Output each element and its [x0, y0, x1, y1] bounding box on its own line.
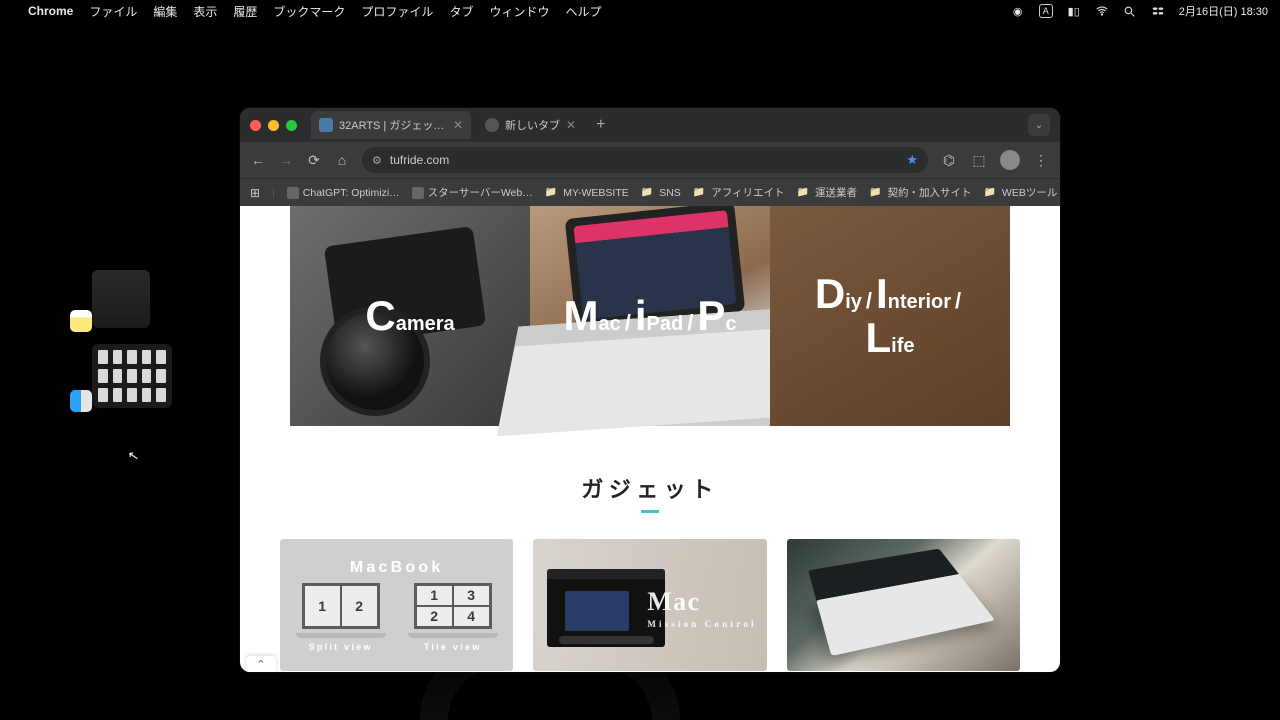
spotlight-icon[interactable]: [1123, 4, 1137, 18]
bookmark-folder[interactable]: MY-WEBSITE: [545, 187, 629, 199]
battery-icon[interactable]: ▮▯: [1067, 4, 1081, 18]
back-button[interactable]: ←: [250, 152, 266, 168]
chrome-menu-icon[interactable]: ⋮: [1032, 152, 1050, 169]
bookmark-star-icon[interactable]: ★: [906, 152, 918, 168]
profile-avatar[interactable]: [1000, 150, 1020, 170]
bookmarks-bar: ⊞ | ChatGPT: Optimizi… スターサーバーWeb… MY-WE…: [240, 178, 1060, 206]
menu-window[interactable]: ウィンドウ: [489, 3, 549, 20]
chrome-window: 32ARTS | ガジェット、ライフス ✕ 新しいタブ ✕ + ⌄ ← → ⟳ …: [240, 108, 1060, 672]
address-bar[interactable]: ⚙ tufride.com ★: [362, 147, 928, 173]
menu-profile[interactable]: プロファイル: [361, 3, 433, 20]
menu-tab[interactable]: タブ: [449, 3, 473, 20]
menu-bookmarks[interactable]: ブックマーク: [273, 3, 345, 20]
tab-title: 32ARTS | ガジェット、ライフス: [339, 117, 447, 133]
article-cards-row: MacBook 12 Split view 1324 Tile view: [280, 539, 1020, 671]
menu-edit[interactable]: 編集: [153, 3, 177, 20]
forward-button[interactable]: →: [278, 152, 294, 168]
screen-record-icon[interactable]: ◉: [1011, 4, 1025, 18]
chrome-toolbar: ← → ⟳ ⌂ ⚙ tufride.com ★ ⌬ ⬚ ⋮: [240, 142, 1060, 178]
stage-group-notes[interactable]: [70, 270, 150, 328]
tab-overflow-button[interactable]: ⌄: [1028, 114, 1050, 136]
menu-view[interactable]: 表示: [193, 3, 217, 20]
hero-categories-row: Camera Mac/iPad/Pc Diy/Interior/ Life: [290, 206, 1010, 426]
tab-close-icon[interactable]: ✕: [453, 118, 463, 132]
menu-history[interactable]: 履歴: [233, 3, 257, 20]
finder-app-icon: [70, 390, 92, 412]
bookmark-folder[interactable]: アフィリエイト: [693, 185, 785, 200]
reload-button[interactable]: ⟳: [306, 152, 322, 169]
stage-group-finder[interactable]: [70, 344, 150, 408]
expand-chevron-button[interactable]: ⌃: [246, 656, 276, 672]
window-close-button[interactable]: [250, 120, 261, 131]
window-minimize-button[interactable]: [268, 120, 279, 131]
control-center-icon[interactable]: [1151, 4, 1165, 18]
bookmark-folder[interactable]: WEBツール: [983, 185, 1057, 200]
notes-app-icon: [70, 310, 92, 332]
hero-card-camera[interactable]: Camera: [290, 206, 530, 426]
menu-help[interactable]: ヘルプ: [565, 3, 601, 20]
bookmark-item[interactable]: スターサーバーWeb…: [412, 185, 533, 200]
section-title-gadget: ガジェット: [240, 472, 1060, 513]
menubar-clock[interactable]: 2月16日(日) 18:30: [1179, 3, 1268, 19]
browser-tab[interactable]: 新しいタブ ✕: [477, 111, 584, 139]
tab-favicon-icon: [319, 118, 333, 132]
article-card-splitview[interactable]: MacBook 12 Split view 1324 Tile view: [280, 539, 513, 671]
tab-close-icon[interactable]: ✕: [566, 118, 576, 132]
url-text: tufride.com: [390, 153, 898, 167]
menu-file[interactable]: ファイル: [89, 3, 137, 20]
tab-favicon-icon: [485, 118, 499, 132]
article-card-macbook-photo[interactable]: [787, 539, 1020, 671]
home-button[interactable]: ⌂: [334, 152, 350, 168]
bookmark-folder[interactable]: 契約・加入サイト: [869, 185, 971, 200]
new-tab-button[interactable]: +: [590, 116, 611, 134]
macos-menubar: Chrome ファイル 編集 表示 履歴 ブックマーク プロファイル タブ ウィ…: [0, 0, 1280, 22]
window-zoom-button[interactable]: [286, 120, 297, 131]
apps-grid-icon[interactable]: ⊞: [250, 186, 260, 200]
bookmark-folder[interactable]: SNS: [641, 187, 681, 199]
bookmark-item[interactable]: ChatGPT: Optimizi…: [287, 187, 400, 199]
input-source-icon[interactable]: A: [1039, 4, 1053, 18]
window-traffic-lights: [250, 120, 297, 131]
menubar-app-name[interactable]: Chrome: [28, 4, 73, 18]
article-card-mission-control[interactable]: Mac Mission Control: [533, 539, 766, 671]
translate-icon[interactable]: ⌬: [940, 152, 958, 169]
extensions-icon[interactable]: ⬚: [970, 152, 988, 169]
browser-tab-active[interactable]: 32ARTS | ガジェット、ライフス ✕: [311, 111, 471, 139]
chrome-titlebar: 32ARTS | ガジェット、ライフス ✕ 新しいタブ ✕ + ⌄: [240, 108, 1060, 142]
mouse-cursor-icon: ↖: [127, 447, 141, 465]
tab-title: 新しいタブ: [505, 117, 560, 133]
bookmark-folder[interactable]: 運送業者: [797, 185, 857, 200]
wifi-icon[interactable]: [1095, 4, 1109, 18]
site-info-icon[interactable]: ⚙: [372, 154, 382, 167]
hero-card-mac-ipad-pc[interactable]: Mac/iPad/Pc: [530, 206, 770, 426]
hero-card-diy-interior-life[interactable]: Diy/Interior/ Life: [770, 206, 1010, 426]
webpage-content: Camera Mac/iPad/Pc Diy/Interior/ Life ガジ…: [240, 206, 1060, 672]
stage-manager-strip: [70, 270, 150, 408]
